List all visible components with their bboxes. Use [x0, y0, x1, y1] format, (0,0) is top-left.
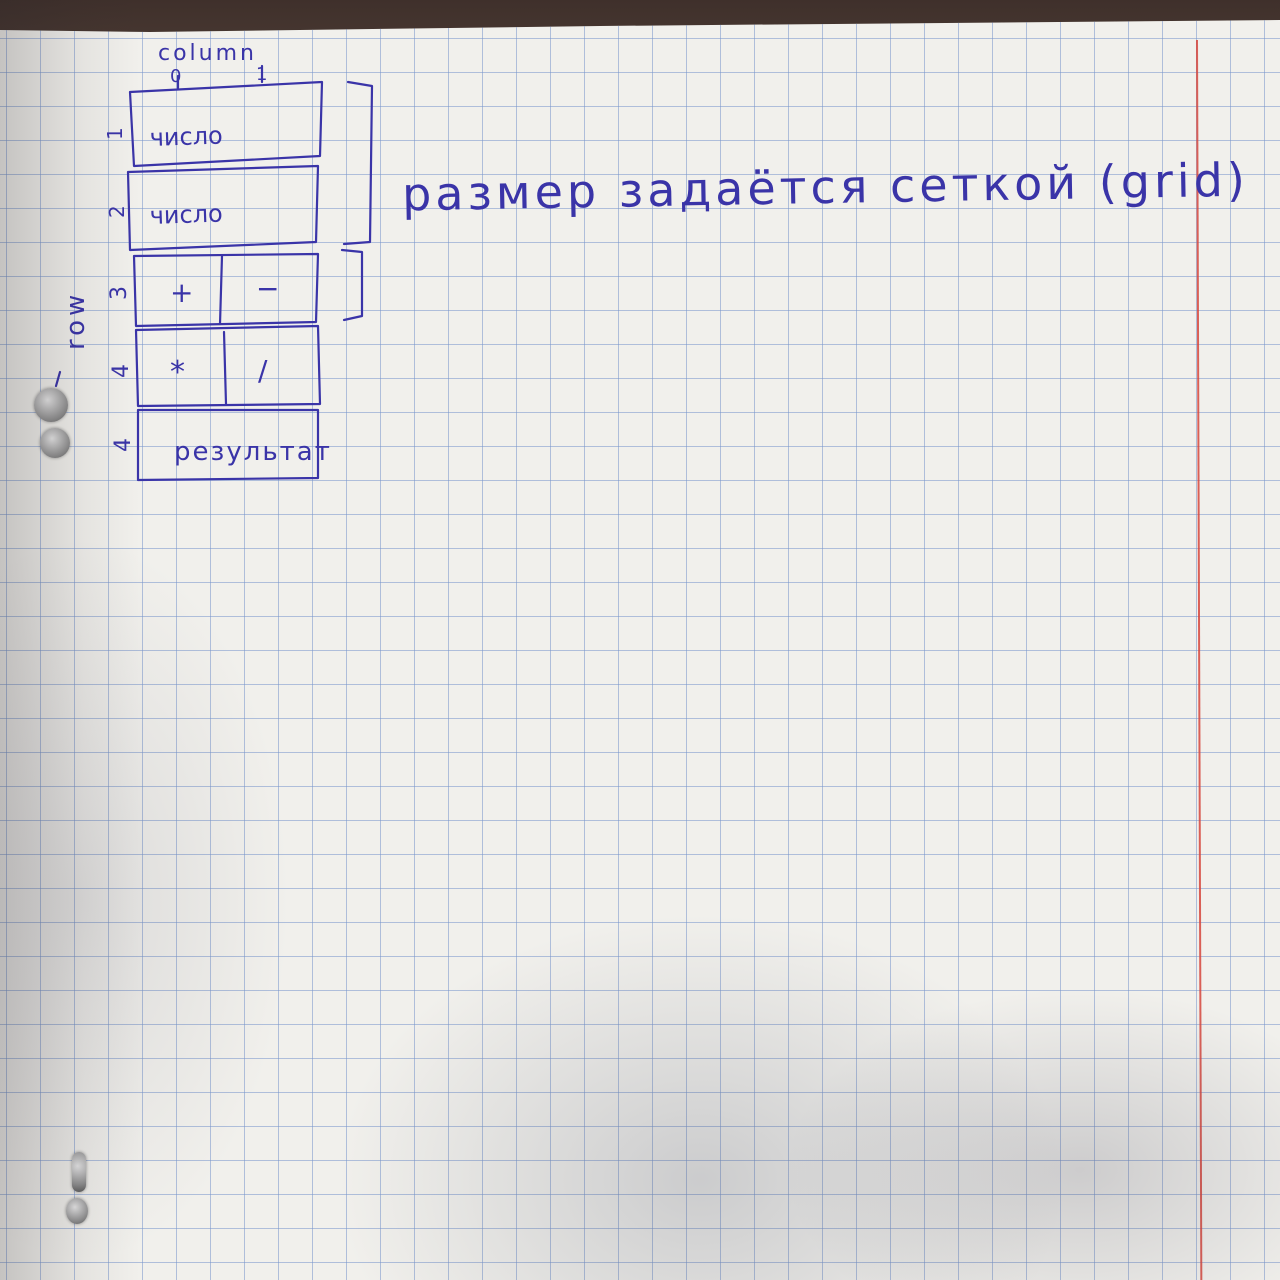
row-label: row: [61, 291, 91, 350]
cell-row3-left-text: +: [170, 276, 193, 309]
row-number-1: 1: [103, 127, 127, 140]
cell-row3-box: [132, 252, 320, 328]
row-label-mark: [54, 370, 62, 388]
row-number-2: 2: [105, 205, 129, 218]
row-number-5: 4: [111, 438, 136, 452]
cell-row1-text: число: [149, 121, 223, 152]
bracket-rows-1-2: [342, 80, 374, 246]
cell-row5-text: результат: [174, 437, 332, 467]
bracket-row-3: [340, 248, 364, 322]
row-number-3: 3: [107, 286, 132, 300]
column-label: column: [158, 41, 257, 66]
cell-row4-box: [134, 324, 322, 408]
column-number-0: 0: [170, 66, 181, 87]
cell-row4-left-text: *: [170, 355, 185, 390]
row-number-4: 4: [109, 364, 134, 378]
cell-row2-text: число: [149, 199, 223, 230]
column-number-1: 1: [256, 64, 267, 85]
notebook-photo: column 0 1 row 1 2 3 4 4 число число + −…: [0, 0, 1280, 1280]
cell-row4-divider: [222, 330, 228, 406]
cell-row3-divider: [218, 254, 224, 326]
cell-row3-right-text: −: [256, 272, 279, 305]
cell-row4-right-text: /: [258, 354, 268, 387]
